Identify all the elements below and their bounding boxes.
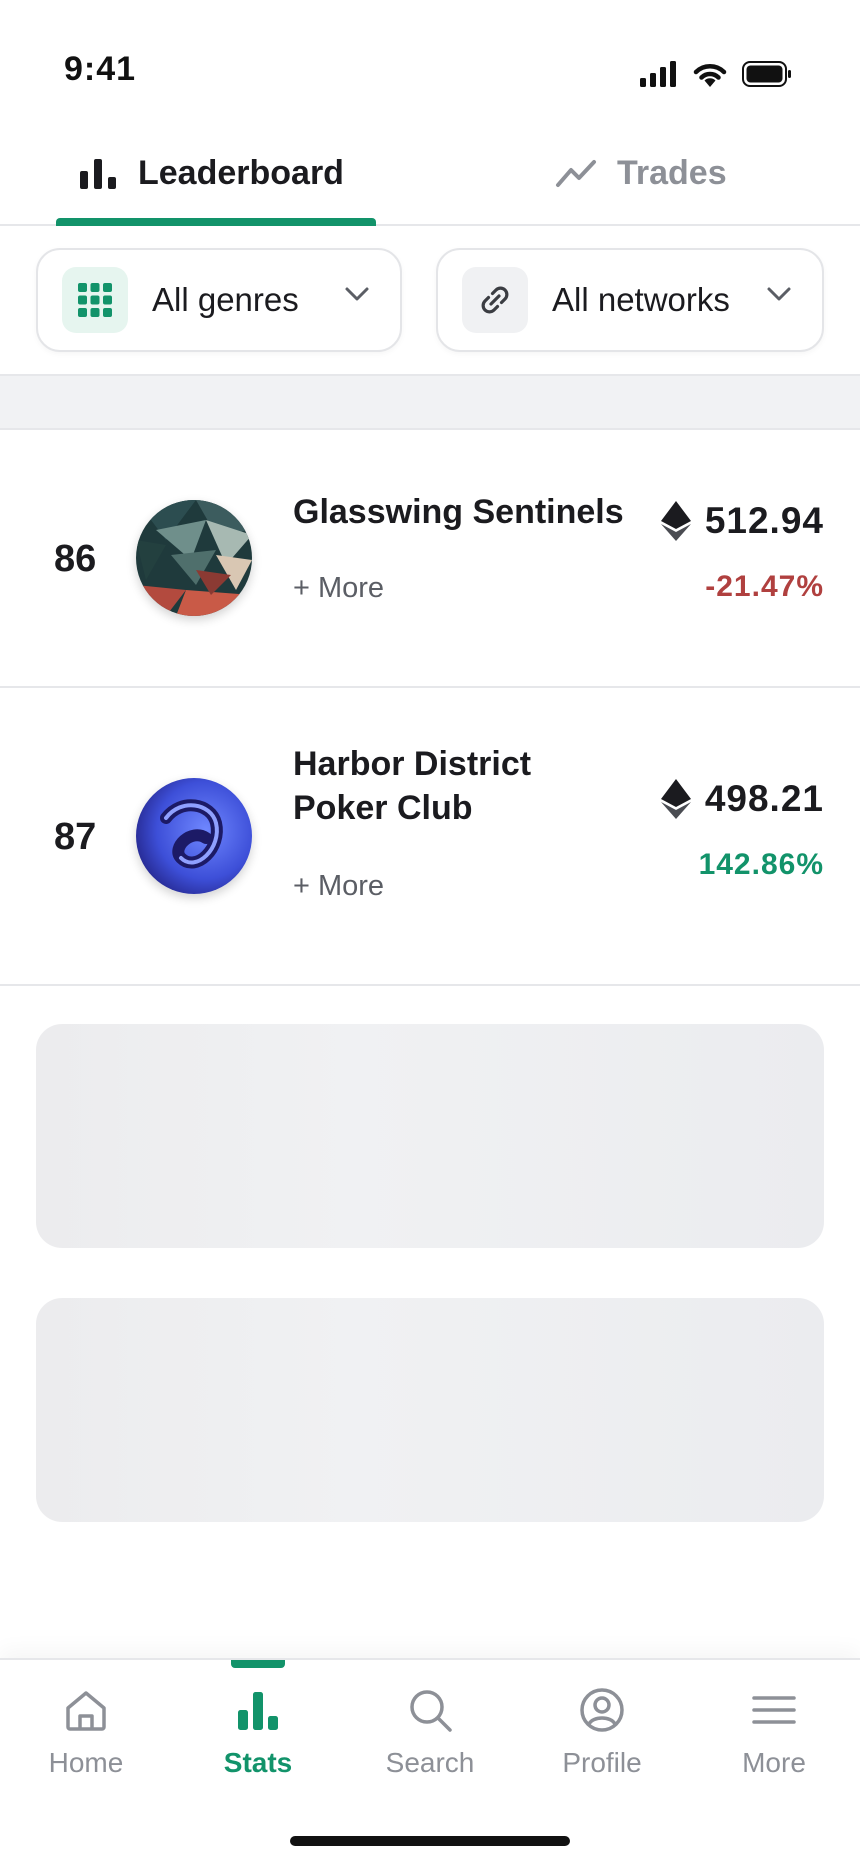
nav-stats[interactable]: Stats [188,1686,328,1779]
nav-profile-label: Profile [562,1747,642,1778]
filter-bar: All genres All networks [0,226,860,374]
price-change: -21.47% [705,570,824,603]
rank-number: 86 [54,538,97,580]
status-time: 9:41 [64,50,137,88]
price-value: 512.94 [704,500,824,541]
more-link[interactable]: + More [293,870,384,903]
active-nav-indicator [231,1660,285,1668]
nav-more-label: More [742,1747,806,1778]
nav-search[interactable]: Search [360,1686,500,1779]
bar-chart-icon [80,159,116,189]
bar-chart-icon [238,1692,278,1730]
home-indicator [290,1836,570,1846]
collection-name: Glasswing Sentinels [293,493,624,531]
nav-search-label: Search [385,1747,475,1778]
list-item[interactable]: 87 Harbor District Poker Club + More 498… [0,688,860,986]
search-icon [410,1690,452,1732]
link-icon [462,267,528,333]
more-link[interactable]: + More [293,572,384,605]
network-filter-dropdown[interactable]: All networks [436,248,824,352]
network-filter-label: All networks [552,281,730,318]
collection-avatar [136,500,252,616]
collection-name-line-2: Poker Club [293,789,473,827]
tab-leaderboard[interactable]: Leaderboard [56,120,376,226]
nav-home-label: Home [48,1747,124,1778]
collection-name-line-1: Harbor District [293,745,532,783]
section-divider [0,374,860,430]
battery-icon [742,61,791,87]
bottom-nav: Home Stats Search Profile More [0,1658,860,1864]
tab-bar: Leaderboard Trades [0,120,860,226]
status-icons [640,60,792,88]
collection-avatar [136,778,252,894]
genre-filter-label: All genres [152,281,299,318]
price-change: 142.86% [698,848,824,881]
ethereum-icon [660,501,691,541]
home-icon [66,1691,106,1731]
rank-number: 87 [54,816,97,858]
active-tab-indicator [56,218,376,226]
status-bar: 9:41 [0,0,860,120]
nav-more[interactable]: More [704,1686,844,1779]
wifi-icon [693,64,727,87]
loading-skeleton [36,1024,824,1248]
price-value: 498.21 [704,778,824,819]
nav-home[interactable]: Home [16,1686,156,1779]
tab-trades-label: Trades [617,153,727,192]
signal-icon [640,61,676,87]
floor-price: 498.21 [660,778,824,820]
nav-stats-label: Stats [223,1747,293,1778]
menu-icon [752,1696,796,1724]
trend-line-icon [556,160,596,187]
chevron-down-icon [767,287,791,301]
ethereum-icon [660,779,691,819]
chevron-down-icon [345,287,369,301]
loading-skeleton [36,1298,824,1522]
list-item[interactable]: 86 Glasswing Sentinels + More 512.94 -21… [0,430,860,688]
floor-price: 512.94 [660,500,824,542]
nav-profile[interactable]: Profile [532,1686,672,1779]
user-circle-icon [580,1688,624,1732]
tab-trades[interactable]: Trades [555,120,727,226]
tab-leaderboard-label: Leaderboard [138,153,344,192]
genre-filter-dropdown[interactable]: All genres [36,248,402,352]
grid-icon [62,267,128,333]
